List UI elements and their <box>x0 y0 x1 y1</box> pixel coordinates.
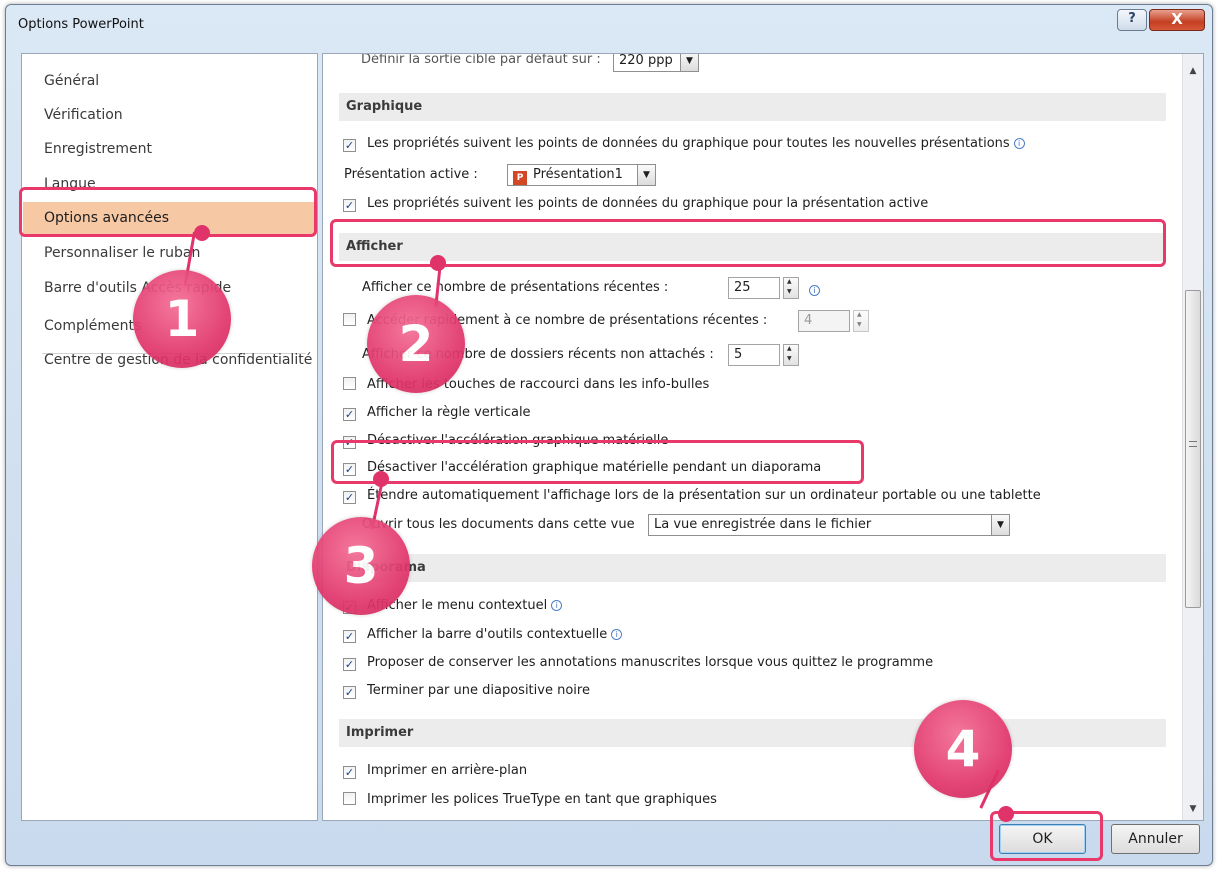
disable-accel-slideshow-row[interactable]: ✓ Désactiver l'accélération graphique mat… <box>343 456 821 480</box>
context-toolbar-row[interactable]: ✓ Afficher la barre d'outils contextuelle… <box>343 623 623 647</box>
target-output-value: 220 ppp <box>619 53 673 68</box>
spinner-arrows-icon <box>853 310 869 332</box>
target-output-select[interactable]: 220 ppp ▼ <box>613 53 699 72</box>
section-diaporama: Diaporama <box>339 554 1166 582</box>
close-button[interactable]: X <box>1149 9 1205 31</box>
chevron-down-icon[interactable]: ▼ <box>680 54 698 71</box>
step-badge-1: 1 <box>133 270 231 368</box>
extend-display-row[interactable]: ✓ Étendre automatiquement l'affichage lor… <box>343 484 1041 508</box>
keep-ink-row[interactable]: ✓ Proposer de conserver les annotations m… <box>343 651 933 675</box>
scroll-up-icon[interactable]: ▲ <box>1183 62 1203 80</box>
check-icon[interactable]: ✓ <box>343 766 356 779</box>
cancel-button[interactable]: Annuler <box>1111 824 1200 854</box>
quick-access-recent-input: 4 <box>798 310 850 332</box>
sidebar-nav: Général Vérification Enregistrement Lang… <box>21 53 318 821</box>
active-presentation-select[interactable]: P Présentation1 ▼ <box>507 164 656 186</box>
spinner-arrows-icon[interactable] <box>783 277 799 299</box>
info-icon: i <box>1013 138 1025 149</box>
sidebar-item-proofing[interactable]: Vérification <box>23 99 317 131</box>
options-dialog: Options PowerPoint ? X Général Vérificat… <box>5 4 1213 866</box>
step-badge-2: 2 <box>367 295 465 393</box>
check-icon[interactable] <box>343 377 356 390</box>
check-icon[interactable]: ✓ <box>343 199 356 212</box>
target-output-label: Définir la sortie cible par défaut sur : <box>361 53 601 67</box>
check-icon[interactable]: ✓ <box>343 491 356 504</box>
open-docs-label: Ouvrir tous les documents dans cette vue <box>362 517 635 532</box>
callout-pin <box>430 255 446 271</box>
check-icon[interactable] <box>343 313 356 326</box>
open-docs-select[interactable]: La vue enregistrée dans le fichier ▼ <box>648 514 1010 536</box>
check-icon[interactable]: ✓ <box>343 630 356 643</box>
info-icon: i <box>611 629 623 640</box>
print-background-row[interactable]: ✓ Imprimer en arrière-plan <box>343 759 527 783</box>
info-icon: i <box>551 600 563 611</box>
sidebar-item-general[interactable]: Général <box>23 65 317 97</box>
vertical-ruler-row[interactable]: ✓ Afficher la règle verticale <box>343 401 531 425</box>
check-icon[interactable]: ✓ <box>343 139 356 152</box>
check-icon[interactable]: ✓ <box>343 463 356 476</box>
callout-pin <box>194 225 210 241</box>
print-truetype-row[interactable]: Imprimer les polices TrueType en tant qu… <box>343 788 717 812</box>
title-bar[interactable]: Options PowerPoint ? X <box>6 5 1212 49</box>
print-next-row <box>343 816 367 821</box>
callout-pin <box>998 806 1014 822</box>
check-icon[interactable]: ✓ <box>343 436 356 449</box>
powerpoint-file-icon: P <box>513 171 527 185</box>
chevron-down-icon[interactable]: ▼ <box>991 515 1009 535</box>
check-icon[interactable]: ✓ <box>343 658 356 671</box>
ok-button[interactable]: OK <box>999 824 1086 854</box>
scroll-down-icon[interactable]: ▼ <box>1183 800 1203 818</box>
step-badge-3: 3 <box>312 517 410 615</box>
section-graphique: Graphique <box>339 93 1166 121</box>
chart-props-active-row[interactable]: ✓ Les propriétés suivent les points de do… <box>343 192 928 216</box>
spinner-arrows-icon[interactable] <box>783 344 799 366</box>
chart-props-all-row[interactable]: ✓ Les propriétés suivent les points de do… <box>343 132 1025 156</box>
grip-icon <box>1189 441 1197 447</box>
disable-accel-row[interactable]: ✓ Désactiver l'accélération graphique mat… <box>343 429 668 453</box>
vertical-scrollbar[interactable]: ▲ ▼ <box>1182 54 1203 820</box>
sidebar-item-language[interactable]: Langue <box>23 168 317 200</box>
active-presentation-value: Présentation1 <box>533 167 623 182</box>
section-imprimer: Imprimer <box>339 719 1166 747</box>
check-icon[interactable] <box>343 792 356 805</box>
sidebar-item-save[interactable]: Enregistrement <box>23 133 317 165</box>
callout-pin <box>373 471 389 487</box>
recent-folders-input[interactable]: 5 <box>728 344 780 366</box>
options-content-panel: Définir la sortie cible par défaut sur :… <box>322 53 1204 821</box>
help-button[interactable]: ? <box>1117 9 1147 31</box>
step-badge-4: 4 <box>914 700 1012 798</box>
scrollbar-thumb[interactable] <box>1185 290 1201 608</box>
info-icon: i <box>809 285 820 296</box>
end-black-slide-row[interactable]: ✓ Terminer par une diapositive noire <box>343 679 590 703</box>
check-icon[interactable]: ✓ <box>343 408 356 421</box>
section-afficher: Afficher <box>339 233 1166 261</box>
check-icon[interactable]: ✓ <box>343 686 356 699</box>
chevron-down-icon[interactable]: ▼ <box>637 165 655 185</box>
sidebar-item-customize-ribbon[interactable]: Personnaliser le ruban <box>23 237 317 269</box>
check-icon <box>343 820 356 821</box>
active-presentation-label: Présentation active : <box>344 167 478 182</box>
dialog-title: Options PowerPoint <box>18 17 144 32</box>
sidebar-item-advanced[interactable]: Options avancées <box>23 202 317 234</box>
open-docs-value: La vue enregistrée dans le fichier <box>654 517 872 532</box>
recent-presentations-input[interactable]: 25 <box>728 277 780 299</box>
